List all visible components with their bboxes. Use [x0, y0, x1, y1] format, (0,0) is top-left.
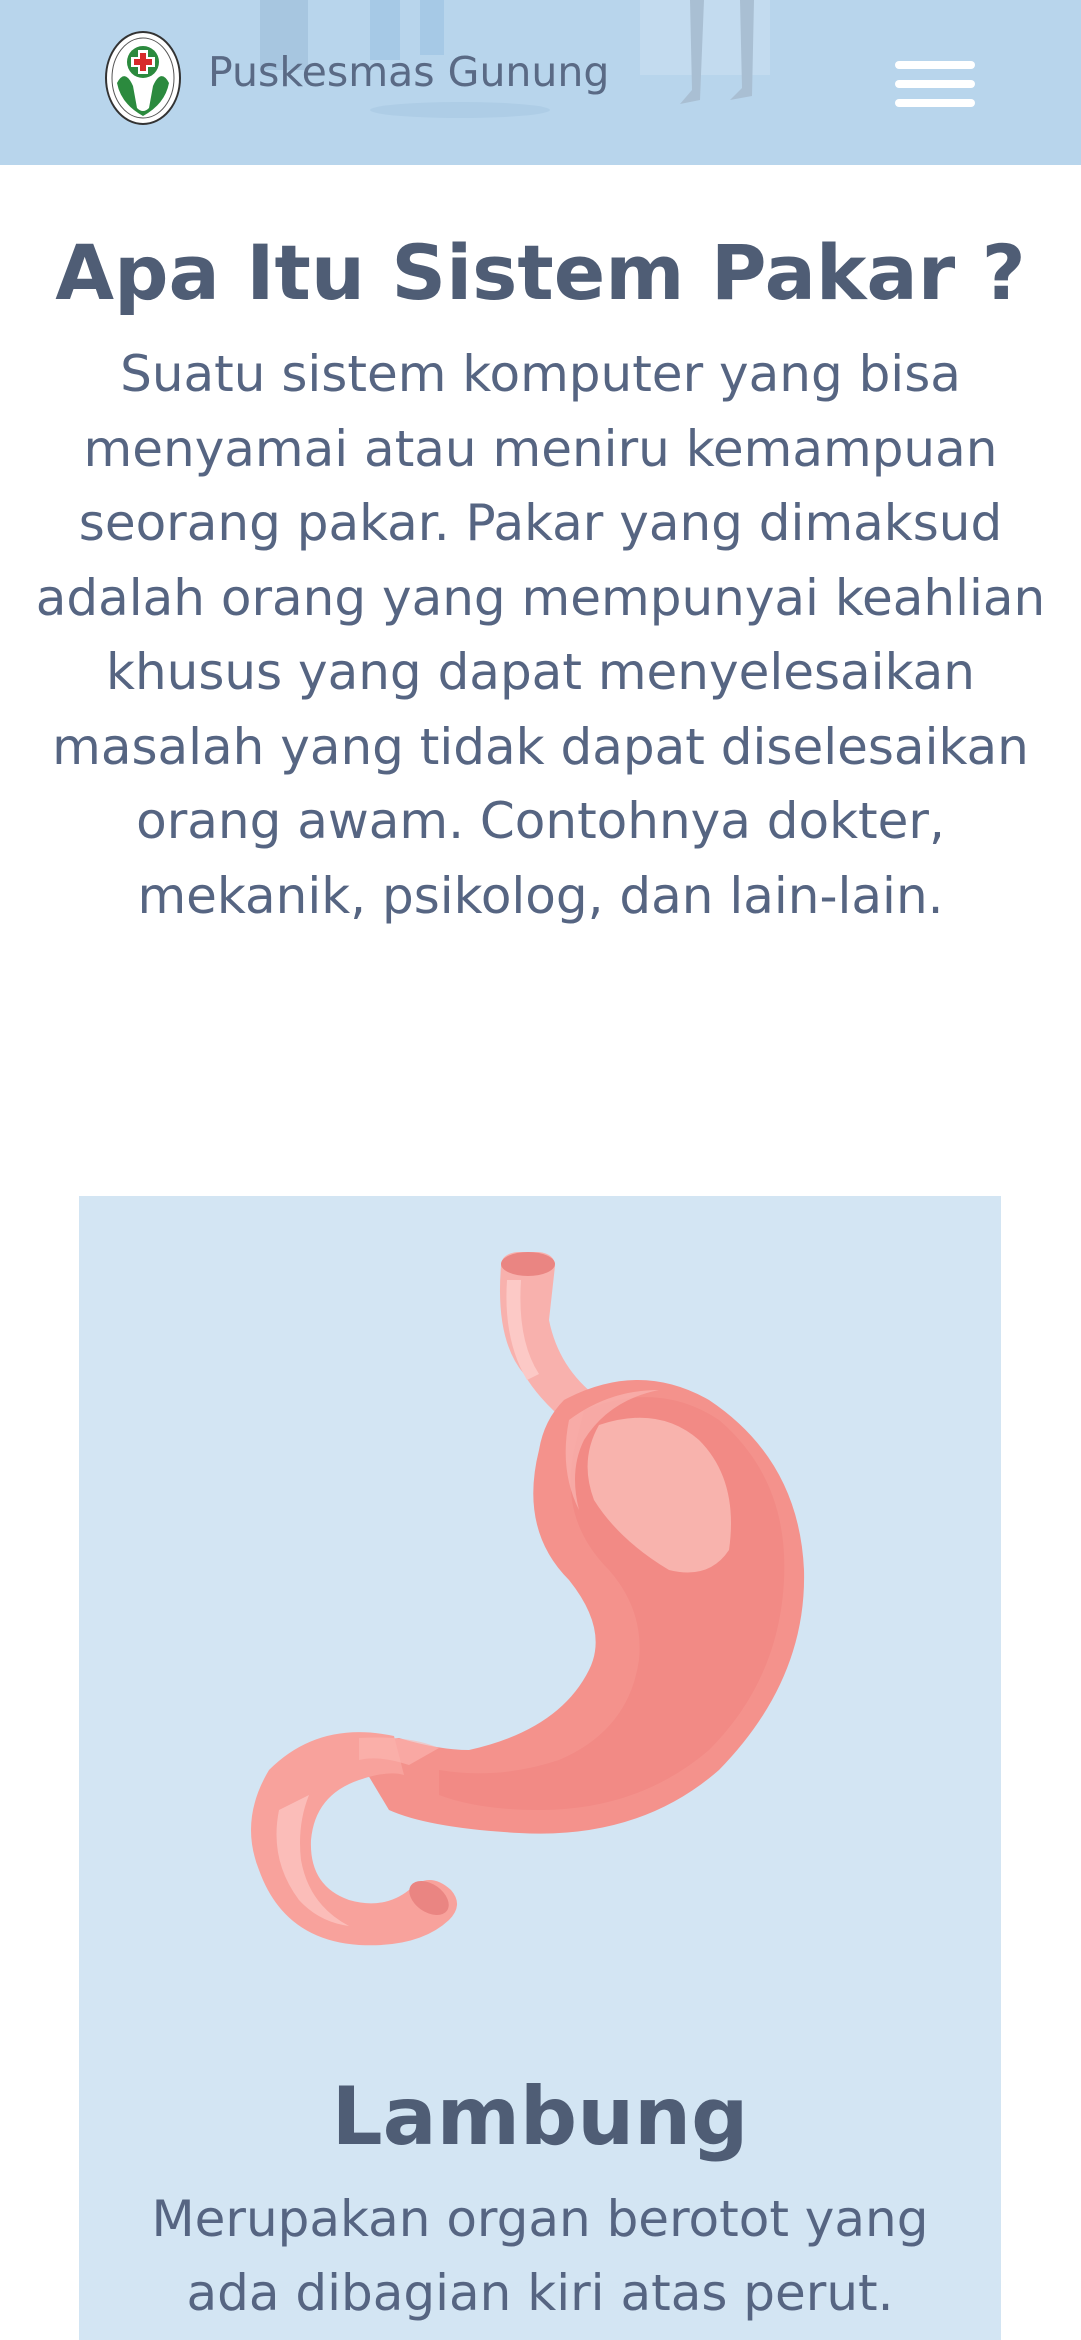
hamburger-menu-icon[interactable]	[893, 58, 977, 110]
intro-title: Apa Itu Sistem Pakar ?	[55, 228, 1026, 317]
card-description: Merupakan organ berotot yang ada dibagia…	[151, 2190, 929, 2322]
organ-card[interactable]: Lambung Merupakan organ berotot yang ada…	[79, 1196, 1001, 2340]
stomach-illustration	[251, 1252, 805, 1946]
menu-line	[895, 99, 975, 107]
card-title: Lambung	[331, 2070, 749, 2163]
bakti-husada-logo-icon[interactable]	[103, 28, 183, 128]
brand-name[interactable]: Puskesmas Gunung	[208, 48, 609, 96]
menu-line	[895, 61, 975, 69]
intro-description: Suatu sistem komputer yang bisa menyamai…	[35, 345, 1046, 925]
menu-line	[895, 80, 975, 88]
site-header: Puskesmas Gunung	[0, 0, 1081, 165]
